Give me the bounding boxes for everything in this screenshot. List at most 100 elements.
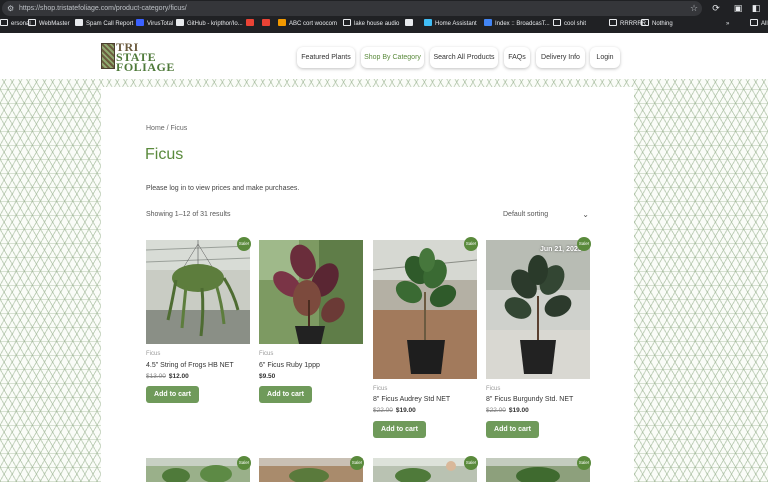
sale-badge: Sale! — [464, 456, 478, 470]
nav-delivery-info[interactable]: Delivery Info — [536, 47, 585, 68]
bookmark-label: Index :: BroadcasT... — [495, 21, 550, 27]
apple-icon — [405, 19, 413, 26]
product-name[interactable]: 6" Ficus Ruby 1ppp — [259, 361, 320, 370]
product-price: $9.50 — [259, 373, 275, 381]
bookmark-item[interactable] — [246, 19, 257, 30]
sale-price: $12.00 — [168, 373, 189, 380]
product-image[interactable] — [146, 458, 250, 482]
bookmark-item[interactable]: Home Assistant — [424, 19, 477, 30]
product-name[interactable]: 8" Ficus Burgundy Std. NET — [486, 395, 573, 404]
product-image[interactable] — [146, 240, 250, 344]
folder-icon — [343, 19, 351, 26]
product-category[interactable]: Ficus — [259, 350, 273, 358]
breadcrumb[interactable]: Home / Ficus — [146, 124, 187, 133]
page-icon — [75, 19, 83, 26]
sale-badge: Sale! — [237, 237, 251, 251]
add-to-cart-button[interactable]: Add to cart — [373, 421, 426, 438]
bookmark-item[interactable]: WebMaster — [28, 19, 70, 30]
bookmark-label: GitHub - kripthor/Io... — [187, 21, 243, 27]
product-image[interactable] — [486, 240, 590, 379]
password-icon[interactable]: ▣ — [733, 3, 743, 13]
folder-icon — [641, 19, 649, 26]
product-price: $13.00 $12.00 — [146, 373, 189, 381]
product-photo — [486, 458, 590, 482]
add-to-cart-button[interactable]: Add to cart — [486, 421, 539, 438]
sale-badge: Sale! — [464, 237, 478, 251]
bookmark-item[interactable]: All — [750, 19, 768, 30]
sale-badge: Sale! — [577, 456, 591, 470]
product-image[interactable] — [486, 458, 590, 482]
add-to-cart-button[interactable]: Add to cart — [146, 386, 199, 403]
site-info-icon[interactable]: ⚙ — [7, 4, 16, 13]
product-price: $22.00 $19.00 — [486, 407, 529, 415]
sale-price: $19.00 — [508, 407, 529, 414]
github-icon — [176, 19, 184, 26]
bookmark-label: Nothing — [652, 21, 673, 27]
site-logo[interactable]: TRI STATE FOLIAGE — [101, 41, 177, 73]
virustotal-icon — [136, 19, 144, 26]
product-image[interactable] — [373, 458, 477, 482]
bookmark-label: Spam Call Report — [86, 21, 134, 27]
product-name[interactable]: 4.5" String of Frogs HB NET — [146, 361, 234, 370]
bookmark-item[interactable]: » — [726, 19, 729, 30]
side-panel-icon[interactable]: ◧ — [751, 3, 761, 13]
old-price: $22.00 — [373, 407, 393, 414]
product-name[interactable]: 8" Ficus Audrey Std NET — [373, 395, 450, 404]
login-notice: Please log in to view prices and make pu… — [146, 185, 300, 192]
bookmark-item[interactable] — [262, 19, 273, 30]
product-photo — [259, 458, 363, 482]
product-image[interactable] — [259, 240, 363, 344]
product-price-value: $9.50 — [259, 373, 276, 380]
bookmark-star-icon[interactable]: ☆ — [690, 3, 698, 14]
bookmark-item[interactable]: cool shit — [553, 19, 586, 30]
home-assistant-icon — [424, 19, 432, 26]
nav-faqs[interactable]: FAQs — [504, 47, 530, 68]
product-category[interactable]: Ficus — [146, 350, 160, 358]
nav-login[interactable]: Login — [590, 47, 620, 68]
bookmark-item[interactable]: ersonal — [0, 19, 31, 30]
bookmark-item[interactable] — [405, 19, 416, 30]
gmail-icon — [262, 19, 270, 26]
browser-address-bar: ⚙ https://shop.tristatefoliage.com/produ… — [0, 0, 768, 17]
bookmark-item[interactable]: Nothing — [641, 19, 673, 30]
url-input[interactable]: ⚙ https://shop.tristatefoliage.com/produ… — [2, 1, 702, 16]
bookmark-item[interactable]: VirusTotal — [136, 19, 173, 30]
bookmark-item[interactable]: ABC cort woocom — [278, 19, 337, 30]
sale-badge: Sale! — [237, 456, 251, 470]
string-of-frogs-photo — [146, 240, 250, 344]
bookmark-label: Home Assistant — [435, 21, 477, 27]
nav-featured-plants[interactable]: Featured Plants — [297, 47, 355, 68]
product-image[interactable] — [373, 240, 477, 379]
sale-badge: Sale! — [577, 237, 591, 251]
chevron-down-icon: ⌄ — [582, 210, 589, 219]
bookmark-label: cool shit — [564, 21, 587, 27]
sale-price: $19.00 — [395, 407, 416, 414]
sale-badge: Sale! — [350, 456, 364, 470]
ficus-audrey-photo — [373, 240, 477, 379]
product-category[interactable]: Ficus — [373, 385, 387, 393]
product-category[interactable]: Ficus — [486, 385, 500, 393]
logo-line-3: FOLIAGE — [116, 60, 175, 74]
add-to-cart-button[interactable]: Add to cart — [259, 386, 312, 403]
old-price: $13.00 — [146, 373, 166, 380]
nav-search-all-products[interactable]: Search All Products — [430, 47, 498, 68]
bookmark-item[interactable]: GitHub - kripthor/Io... — [176, 19, 243, 30]
ab-icon — [278, 19, 286, 26]
url-text: https://shop.tristatefoliage.com/product… — [19, 5, 187, 12]
bookmarks-bar: ersonal WebMaster Spam Call Report VirusTot… — [0, 17, 768, 33]
bookmark-label: lake house audio — [354, 21, 400, 27]
logo-emblem-icon — [101, 43, 115, 69]
product-photo — [373, 458, 477, 482]
bookmark-item[interactable]: lake house audio — [343, 19, 399, 30]
bookmark-item[interactable]: Index :: BroadcasT... — [484, 19, 550, 30]
bookmark-item[interactable]: Spam Call Report — [75, 19, 133, 30]
power-icon — [484, 19, 492, 26]
folder-icon — [750, 19, 758, 26]
extension-icon[interactable]: ⟳ — [711, 3, 721, 13]
sort-select[interactable]: Default sorting ⌄ — [503, 209, 589, 220]
folder-icon — [553, 19, 561, 26]
nav-shop-by-category[interactable]: Shop By Category — [361, 47, 424, 68]
folder-icon — [0, 19, 8, 26]
sort-select-label: Default sorting — [503, 211, 549, 218]
product-image[interactable] — [259, 458, 363, 482]
